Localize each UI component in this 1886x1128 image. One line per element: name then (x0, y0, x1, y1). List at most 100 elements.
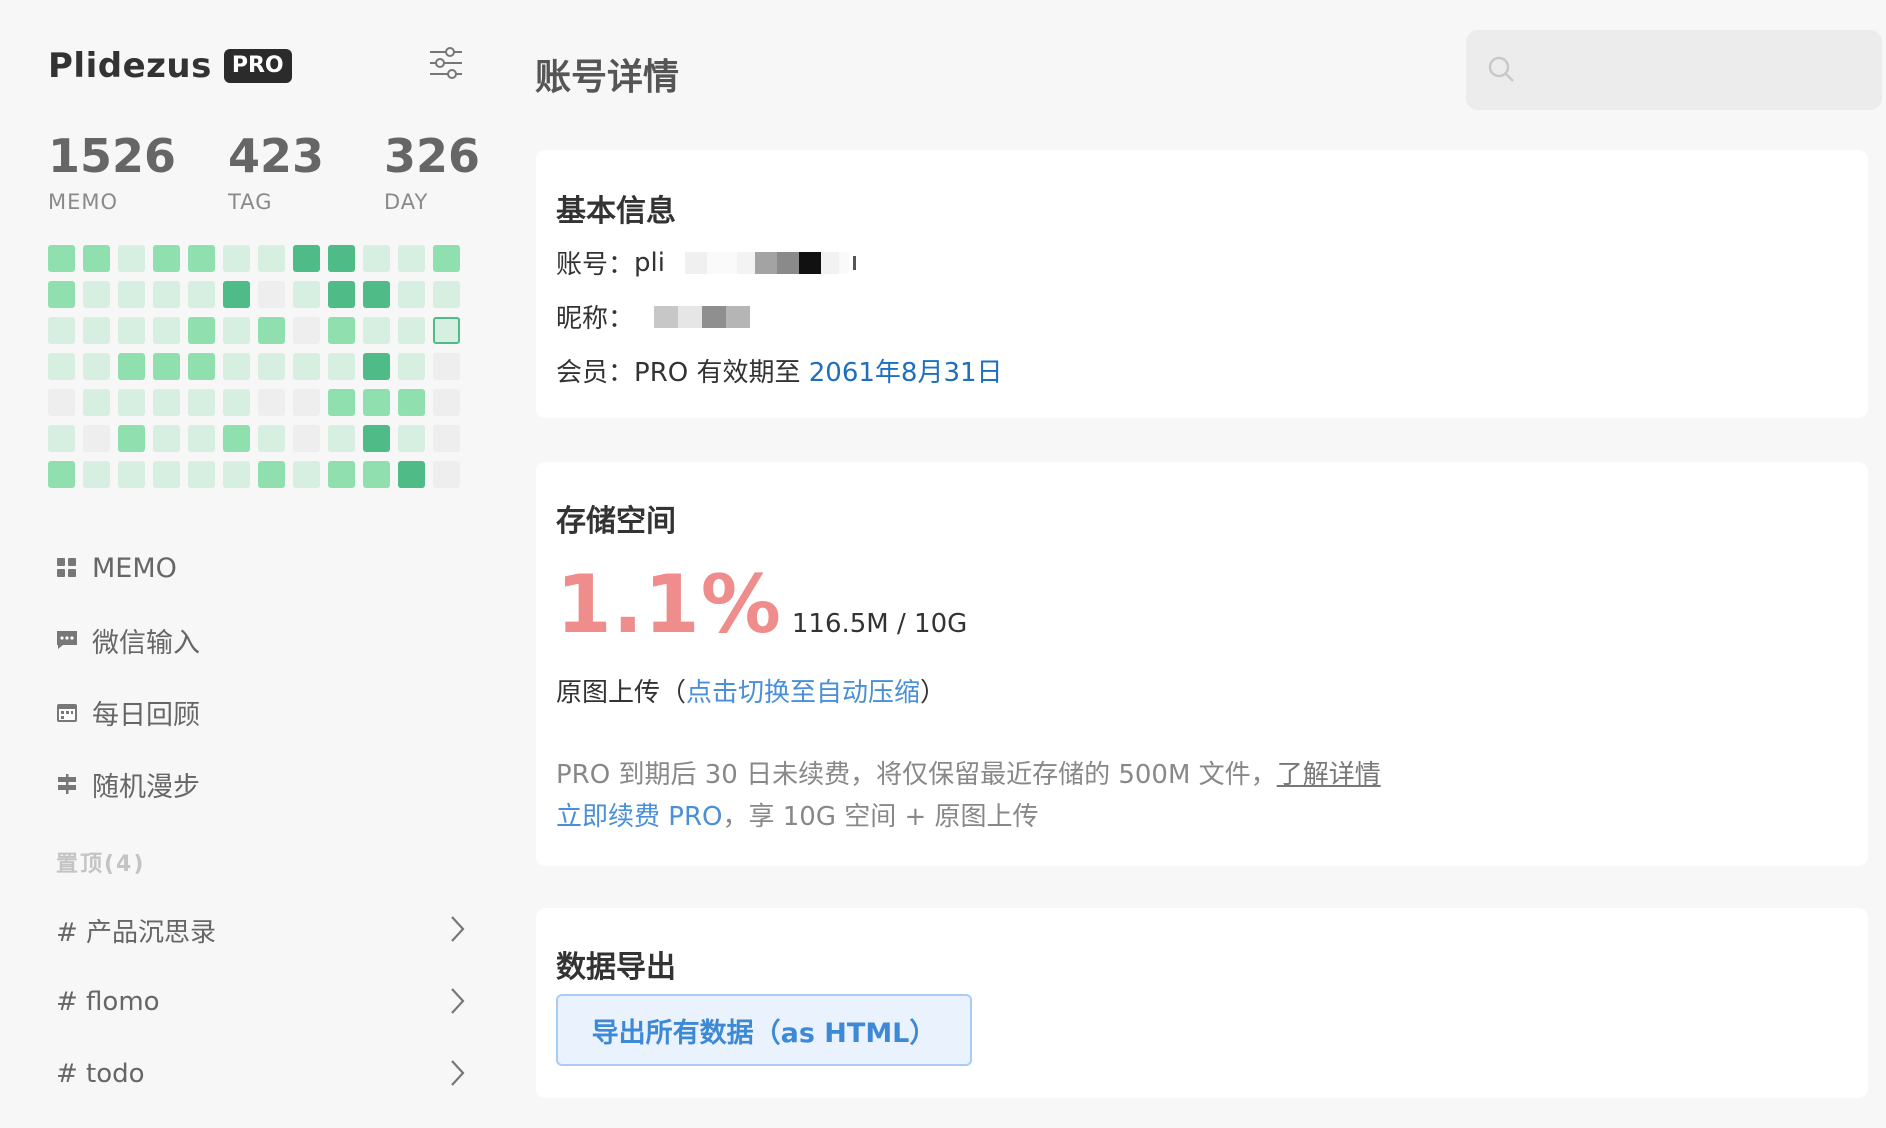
heatmap-cell[interactable] (433, 353, 460, 380)
heatmap-cell[interactable] (153, 389, 180, 416)
heatmap-cell[interactable] (293, 425, 320, 452)
heatmap-cell[interactable] (363, 281, 390, 308)
heatmap-cell[interactable] (153, 245, 180, 272)
heatmap-cell[interactable] (118, 389, 145, 416)
heatmap-cell[interactable] (48, 353, 75, 380)
heatmap-cell[interactable] (328, 353, 355, 380)
heatmap-cell[interactable] (363, 461, 390, 488)
heatmap-cell[interactable] (433, 245, 460, 272)
heatmap-cell[interactable] (188, 461, 215, 488)
heatmap-cell[interactable] (83, 317, 110, 344)
heatmap-cell[interactable] (293, 281, 320, 308)
switch-compression-link[interactable]: 点击切换至自动压缩 (686, 672, 920, 709)
heatmap-cell[interactable] (328, 245, 355, 272)
heatmap-cell[interactable] (118, 461, 145, 488)
heatmap-cell[interactable] (188, 317, 215, 344)
heatmap-cell[interactable] (83, 281, 110, 308)
heatmap-cell[interactable] (363, 317, 390, 344)
heatmap-cell[interactable] (48, 245, 75, 272)
sidebar-item-random-walk[interactable]: 随机漫步 (54, 748, 474, 820)
pinned-tag-item[interactable]: # todo (56, 1038, 476, 1110)
heatmap-cell[interactable] (48, 281, 75, 308)
heatmap-cell[interactable] (83, 389, 110, 416)
heatmap-cell[interactable] (153, 317, 180, 344)
heatmap-cell[interactable] (83, 461, 110, 488)
heatmap-cell[interactable] (258, 353, 285, 380)
heatmap-cell[interactable] (328, 425, 355, 452)
pinned-tag-item[interactable]: # 产品沉思录 (56, 894, 476, 966)
heatmap-cell[interactable] (223, 389, 250, 416)
heatmap-cell[interactable] (328, 461, 355, 488)
heatmap-cell[interactable] (398, 281, 425, 308)
heatmap-cell[interactable] (293, 389, 320, 416)
heatmap-cell[interactable] (118, 281, 145, 308)
heatmap-cell[interactable] (48, 317, 75, 344)
heatmap-cell[interactable] (433, 461, 460, 488)
heatmap-cell[interactable] (118, 317, 145, 344)
sidebar-item-daily-review[interactable]: 每日回顾 (54, 676, 474, 748)
export-all-data-button[interactable]: 导出所有数据（as HTML） (556, 994, 972, 1066)
learn-more-link[interactable]: 了解详情 (1277, 754, 1381, 791)
heatmap-cell[interactable] (188, 425, 215, 452)
heatmap-cell[interactable] (328, 389, 355, 416)
heatmap-cell[interactable] (153, 281, 180, 308)
heatmap-cell[interactable] (398, 389, 425, 416)
heatmap-cell[interactable] (258, 389, 285, 416)
renew-pro-link[interactable]: 立即续费 PRO (556, 796, 722, 833)
heatmap-cell[interactable] (328, 281, 355, 308)
heatmap-cell[interactable] (118, 245, 145, 272)
heatmap-cell[interactable] (118, 353, 145, 380)
heatmap-cell[interactable] (293, 461, 320, 488)
heatmap-cell[interactable] (223, 353, 250, 380)
heatmap-cell[interactable] (223, 245, 250, 272)
heatmap-cell[interactable] (188, 353, 215, 380)
member-expiry-link[interactable]: 2061年8月31日 (809, 352, 1003, 389)
heatmap-cell[interactable] (48, 389, 75, 416)
heatmap-cell[interactable] (293, 353, 320, 380)
heatmap-cell[interactable] (363, 425, 390, 452)
heatmap-cell[interactable] (48, 425, 75, 452)
heatmap-cell[interactable] (258, 281, 285, 308)
heatmap-cell[interactable] (363, 245, 390, 272)
heatmap-cell[interactable] (398, 461, 425, 488)
heatmap-cell[interactable] (48, 461, 75, 488)
heatmap-cell[interactable] (188, 245, 215, 272)
heatmap-cell[interactable] (223, 425, 250, 452)
heatmap-cell[interactable] (293, 245, 320, 272)
heatmap-cell[interactable] (258, 461, 285, 488)
heatmap-cell[interactable] (153, 461, 180, 488)
heatmap-cell[interactable] (223, 281, 250, 308)
pinned-tag-item[interactable]: # flomo (56, 966, 476, 1038)
heatmap-cell[interactable] (398, 425, 425, 452)
heatmap-cell[interactable] (258, 317, 285, 344)
heatmap-cell[interactable] (398, 317, 425, 344)
heatmap-cell[interactable] (188, 389, 215, 416)
heatmap-cell[interactable] (153, 353, 180, 380)
heatmap-cell[interactable] (223, 461, 250, 488)
heatmap-cell[interactable] (83, 245, 110, 272)
heatmap-cell[interactable] (433, 389, 460, 416)
heatmap-cell[interactable] (258, 245, 285, 272)
heatmap-cell[interactable] (328, 317, 355, 344)
heatmap-cell[interactable] (83, 425, 110, 452)
heatmap-cell[interactable] (83, 353, 110, 380)
heatmap-cell[interactable] (188, 281, 215, 308)
search-input[interactable] (1526, 46, 1866, 94)
heatmap-cell[interactable] (153, 425, 180, 452)
filter-settings-button[interactable] (428, 46, 468, 82)
heatmap-cell[interactable] (293, 317, 320, 344)
heatmap-cell[interactable] (118, 425, 145, 452)
heatmap-cell[interactable] (398, 353, 425, 380)
heatmap-cell[interactable] (363, 389, 390, 416)
heatmap-cell[interactable] (223, 317, 250, 344)
storage-percent: 1.1% (556, 558, 782, 651)
sidebar-item-wechat-input[interactable]: 微信输入 (54, 604, 474, 676)
heatmap-cell[interactable] (363, 353, 390, 380)
heatmap-cell[interactable] (433, 425, 460, 452)
sidebar-item-memo[interactable]: MEMO (54, 532, 474, 604)
heatmap-cell[interactable] (433, 281, 460, 308)
search-box[interactable] (1466, 30, 1882, 110)
heatmap-cell[interactable] (258, 425, 285, 452)
heatmap-cell[interactable] (398, 245, 425, 272)
heatmap-cell-today[interactable] (433, 317, 460, 344)
